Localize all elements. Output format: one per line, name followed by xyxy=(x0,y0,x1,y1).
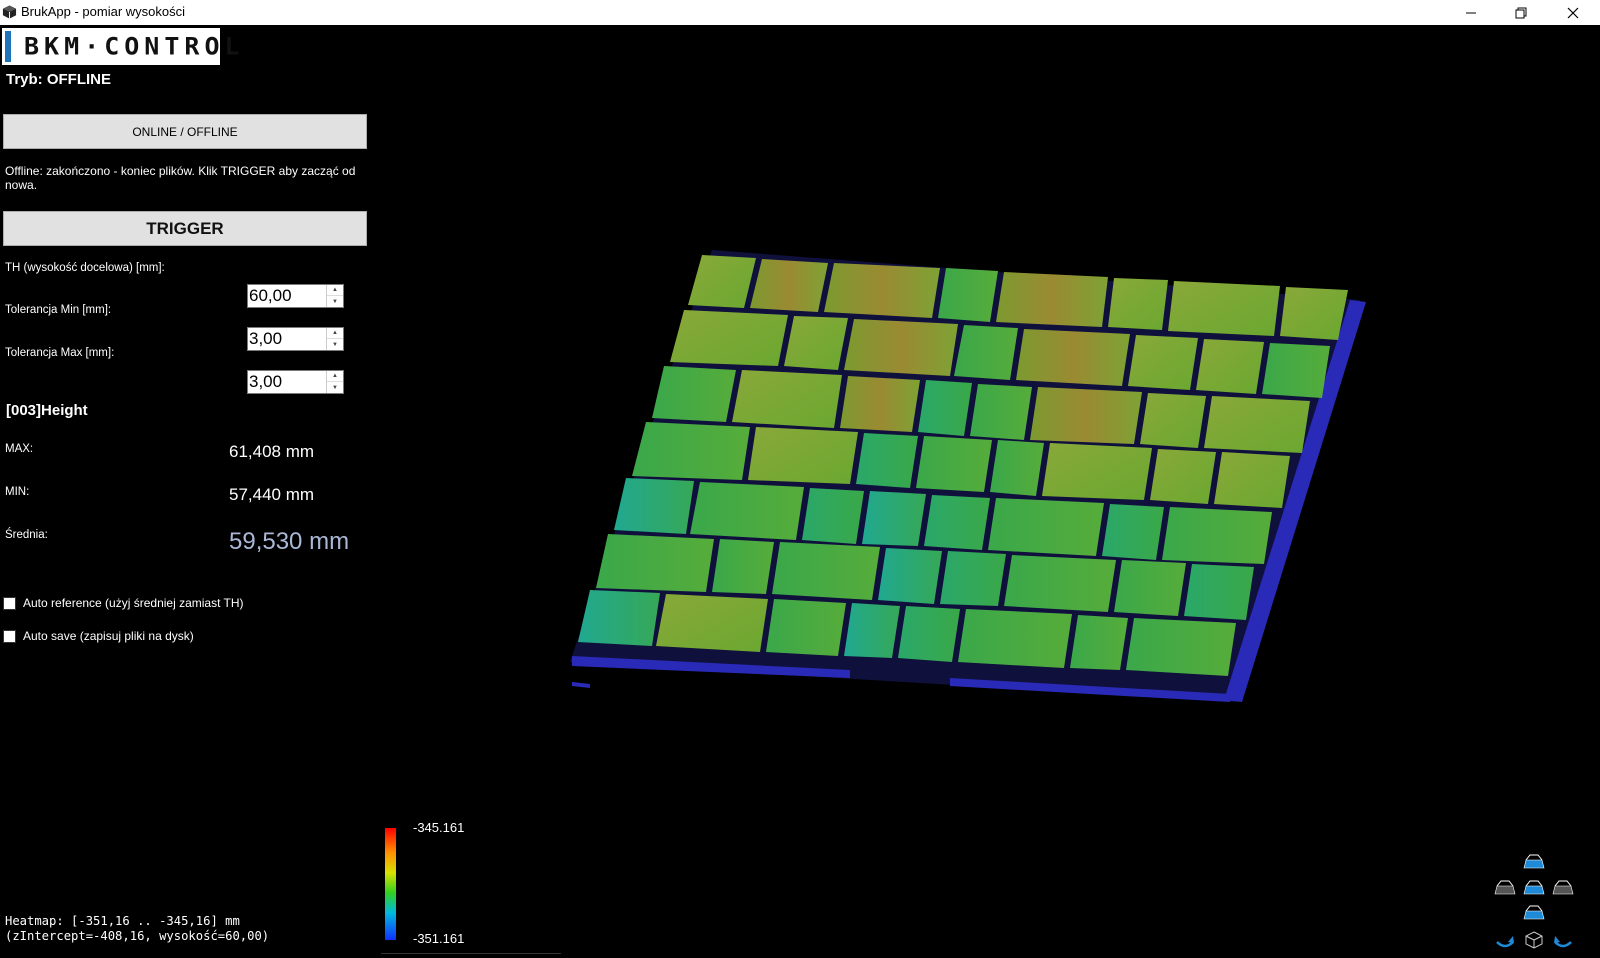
scale-divider xyxy=(381,953,561,954)
scale-max-label: -345.161 xyxy=(413,820,465,835)
stepper-up-icon[interactable]: ▲ xyxy=(327,371,343,382)
view-front-icon[interactable] xyxy=(1522,878,1546,898)
stepper-down-icon[interactable]: ▼ xyxy=(327,296,343,307)
logo-accent-bar xyxy=(5,31,11,62)
tol-min-stepper[interactable]: ▲ ▼ xyxy=(247,327,344,351)
th-label: TH (wysokość docelowa) [mm]: xyxy=(5,262,165,274)
auto-save-label: Auto save (zapisuj pliki na dysk) xyxy=(23,629,194,643)
auto-reference-option[interactable]: Auto reference (użyj średniej zamiast TH… xyxy=(3,596,244,610)
status-message: Offline: zakończono - koniec plików. Kli… xyxy=(5,164,356,192)
stepper-down-icon[interactable]: ▼ xyxy=(327,339,343,350)
tol-min-input[interactable] xyxy=(248,328,326,350)
tol-max-label: Tolerancja Max [mm]: xyxy=(5,347,115,359)
view-top-icon[interactable] xyxy=(1522,852,1546,872)
stepper-up-icon[interactable]: ▲ xyxy=(327,328,343,339)
trigger-button[interactable]: TRIGGER xyxy=(3,211,367,246)
logo-text: BKM·CONTROL xyxy=(24,32,245,61)
tol-max-input[interactable] xyxy=(248,371,326,393)
tol-max-stepper[interactable]: ▲ ▼ xyxy=(247,370,344,394)
auto-reference-label: Auto reference (użyj średniej zamiast TH… xyxy=(23,596,244,610)
avg-label: Średnia: xyxy=(5,529,48,541)
rotate-right-icon[interactable] xyxy=(1551,930,1575,950)
min-value: 57,440 mm xyxy=(229,485,315,504)
tol-min-label: Tolerancja Min [mm]: xyxy=(5,304,112,316)
th-input[interactable] xyxy=(248,285,326,307)
max-value: 61,408 mm xyxy=(229,442,315,461)
title-bar: BrukApp - pomiar wysokości xyxy=(0,0,1600,25)
stepper-down-icon[interactable]: ▼ xyxy=(327,382,343,393)
close-button[interactable] xyxy=(1550,0,1596,25)
rotate-left-icon[interactable] xyxy=(1493,930,1517,950)
heatmap-color-scale xyxy=(385,828,396,940)
3d-heatmap-viewport[interactable] xyxy=(560,250,1400,720)
company-logo: BKM·CONTROL xyxy=(2,28,240,65)
auto-reference-checkbox[interactable] xyxy=(3,596,16,610)
min-label: MIN: xyxy=(5,486,30,498)
close-icon xyxy=(1567,7,1579,18)
max-label: MAX: xyxy=(5,443,34,455)
auto-save-checkbox[interactable] xyxy=(3,629,16,643)
app-cube-icon xyxy=(2,5,17,19)
auto-save-option[interactable]: Auto save (zapisuj pliki na dysk) xyxy=(3,629,194,643)
tol-min-stepper-arrows[interactable]: ▲ ▼ xyxy=(326,328,343,350)
tol-max-stepper-arrows[interactable]: ▲ ▼ xyxy=(326,371,343,393)
pallet-corner xyxy=(572,682,590,688)
restore-button[interactable] xyxy=(1498,0,1544,25)
restore-icon xyxy=(1515,7,1527,18)
minimize-button[interactable] xyxy=(1448,0,1494,25)
minimize-icon xyxy=(1466,12,1476,13)
view-left-icon[interactable] xyxy=(1493,878,1517,898)
stepper-up-icon[interactable]: ▲ xyxy=(327,285,343,296)
view-bottom-icon[interactable] xyxy=(1522,903,1546,923)
online-offline-button[interactable]: ONLINE / OFFLINE xyxy=(3,114,367,149)
view-right-icon[interactable] xyxy=(1551,878,1575,898)
mode-label: Tryb: OFFLINE xyxy=(6,71,111,88)
th-stepper-arrows[interactable]: ▲ ▼ xyxy=(326,285,343,307)
heatmap-info-line1: Heatmap: [-351,16 .. -345,16] mm xyxy=(5,914,240,928)
th-stepper[interactable]: ▲ ▼ xyxy=(247,284,344,308)
window-title: BrukApp - pomiar wysokości xyxy=(21,4,185,19)
avg-value: 59,530 mm xyxy=(229,528,350,555)
heatmap-info-line2: (zIntercept=-408,16, wysokość=60,00) xyxy=(5,929,270,943)
scale-min-label: -351.161 xyxy=(413,931,465,946)
height-section-title: [003]Height xyxy=(6,402,88,419)
heatmap-info: Heatmap: [-351,16 .. -345,16] mm (zInter… xyxy=(5,914,269,944)
reset-view-icon[interactable] xyxy=(1522,930,1546,950)
